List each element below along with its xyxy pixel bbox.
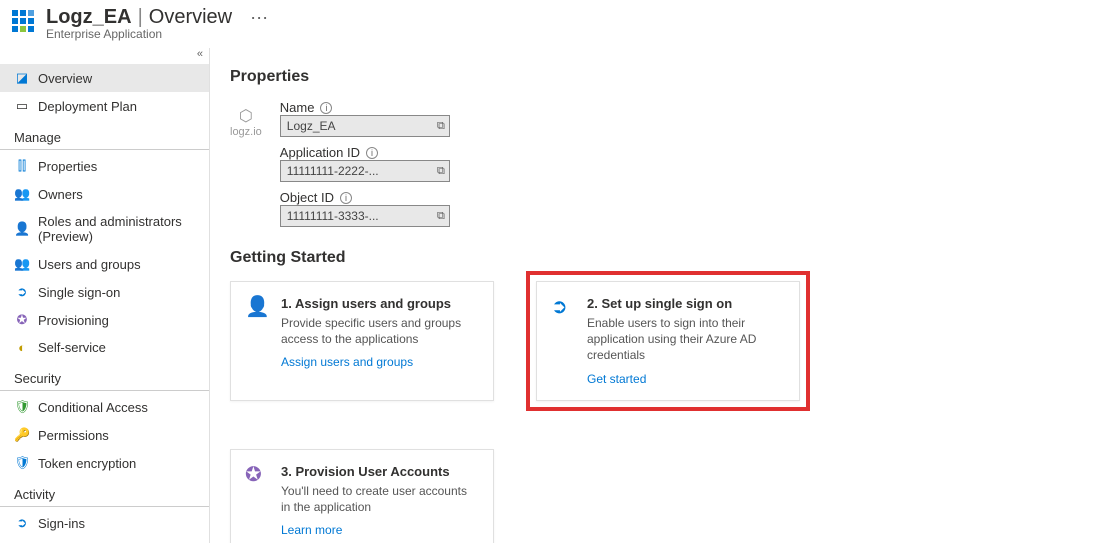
card-assign-users[interactable]: 👤 1. Assign users and groups Provide spe…	[230, 281, 494, 401]
card-setup-sso[interactable]: ➲ 2. Set up single sign on Enable users …	[536, 281, 800, 401]
sidebar-item-token-encryption[interactable]: 🛡 Token encryption	[0, 449, 209, 477]
card-link[interactable]: Assign users and groups	[281, 355, 479, 369]
copy-button[interactable]: ⧉	[437, 210, 445, 223]
field-label-name: Name i	[280, 100, 450, 115]
field-label-text: Application ID	[280, 145, 360, 160]
sidebar-item-label: Owners	[38, 187, 83, 202]
card-link[interactable]: Get started	[587, 372, 785, 386]
conditional-access-icon: 🛡	[14, 399, 30, 415]
card-title: 1. Assign users and groups	[281, 296, 479, 311]
provisioning-icon: ✪	[14, 312, 30, 328]
card-title: 3. Provision User Accounts	[281, 464, 479, 479]
sidebar-item-roles[interactable]: 👤 Roles and administrators (Preview)	[0, 208, 209, 250]
properties-heading: Properties	[230, 68, 1080, 86]
getting-started-heading: Getting Started	[230, 249, 1080, 267]
card-desc: Provide specific users and groups access…	[281, 315, 479, 347]
user-icon: 👤	[245, 294, 269, 386]
app-brand: ⬡ logz.io	[230, 106, 262, 138]
card-link[interactable]: Learn more	[281, 523, 479, 537]
sidebar-item-overview[interactable]: ◪ Overview	[0, 64, 209, 92]
sso-icon: ➲	[14, 284, 30, 300]
sign-ins-icon: ➲	[14, 515, 30, 531]
info-icon[interactable]: i	[340, 192, 352, 204]
sidebar-wrap: « ◪ Overview ▭ Deployment Plan Manage ⫿⫿…	[0, 48, 210, 543]
sidebar-item-label: Properties	[38, 159, 97, 174]
collapse-sidebar-button[interactable]: «	[197, 48, 203, 60]
sidebar-item-permissions[interactable]: 🔑 Permissions	[0, 421, 209, 449]
sidebar-group-activity: Activity	[0, 477, 209, 507]
sidebar-item-sign-ins[interactable]: ➲ Sign-ins	[0, 509, 209, 537]
sidebar-item-sso[interactable]: ➲ Single sign-on	[0, 278, 209, 306]
overview-icon: ◪	[14, 70, 30, 86]
card-desc: Enable users to sign into their applicat…	[587, 315, 785, 364]
properties-block: ⬡ logz.io Name i Logz_EA ⧉ Applicati	[230, 100, 1080, 227]
cube-icon: ⬡	[239, 106, 253, 126]
sidebar-item-label: Conditional Access	[38, 400, 148, 415]
sso-icon: ➲	[551, 294, 575, 386]
sidebar-item-label: Provisioning	[38, 313, 109, 328]
topbar: Logz_EA | Overview ⋯ Enterprise Applicat…	[0, 0, 1100, 48]
sidebar-item-label: Single sign-on	[38, 285, 120, 300]
self-service-icon: ◐	[14, 340, 30, 355]
field-value-name: Logz_EA ⧉	[280, 115, 450, 137]
field-value-text: 11111111-2222-...	[287, 164, 379, 178]
field-value-text: 11111111-3333-...	[287, 209, 379, 223]
field-label-appid: Application ID i	[280, 145, 450, 160]
waffle-icon[interactable]	[12, 10, 36, 34]
sidebar-item-self-service[interactable]: ◐ Self-service	[0, 334, 209, 361]
sidebar-group-manage: Manage	[0, 120, 209, 150]
field-value-text: Logz_EA	[287, 119, 336, 133]
token-encryption-icon: 🛡	[14, 455, 30, 471]
field-label-text: Object ID	[280, 190, 334, 205]
sidebar-item-usage-insights[interactable]: 📊 Usage & insights	[0, 537, 209, 543]
owners-icon: 👥	[14, 186, 30, 202]
sidebar-item-owners[interactable]: 👥 Owners	[0, 180, 209, 208]
card-title: 2. Set up single sign on	[587, 296, 785, 311]
copy-button[interactable]: ⧉	[437, 165, 445, 178]
brand-label: logz.io	[230, 126, 262, 138]
content-area: Properties ⬡ logz.io Name i Logz_EA ⧉	[210, 48, 1100, 543]
title-block: Logz_EA | Overview ⋯ Enterprise Applicat…	[46, 6, 268, 41]
sidebar-item-label: Deployment Plan	[38, 99, 137, 114]
field-label-objectid: Object ID i	[280, 190, 450, 205]
more-actions-button[interactable]: ⋯	[250, 9, 268, 27]
sidebar-item-label: Sign-ins	[38, 516, 85, 531]
sidebar-item-deployment-plan[interactable]: ▭ Deployment Plan	[0, 92, 209, 120]
sidebar-item-users-groups[interactable]: 👥 Users and groups	[0, 250, 209, 278]
sidebar-item-label: Token encryption	[38, 456, 136, 471]
cards-row-1: 👤 1. Assign users and groups Provide spe…	[230, 281, 1080, 543]
provision-icon: ✪	[245, 462, 269, 537]
title-separator: |	[138, 6, 143, 29]
sidebar-item-label: Permissions	[38, 428, 109, 443]
book-icon: ▭	[14, 98, 30, 114]
field-label-text: Name	[280, 100, 315, 115]
field-value-appid: 11111111-2222-... ⧉	[280, 160, 450, 182]
page-title: Overview	[149, 6, 232, 29]
permissions-icon: 🔑	[14, 427, 30, 443]
sidebar-item-provisioning[interactable]: ✪ Provisioning	[0, 306, 209, 334]
info-icon[interactable]: i	[320, 102, 332, 114]
card-desc: You'll need to create user accounts in t…	[281, 483, 479, 515]
sidebar-item-label: Overview	[38, 71, 92, 86]
sidebar-item-label: Users and groups	[38, 257, 141, 272]
sidebar-item-label: Self-service	[38, 340, 106, 355]
app-name: Logz_EA	[46, 6, 132, 29]
info-icon[interactable]: i	[366, 147, 378, 159]
sidebar-item-conditional-access[interactable]: 🛡 Conditional Access	[0, 393, 209, 421]
roles-icon: 👤	[14, 221, 30, 237]
sidebar-group-security: Security	[0, 361, 209, 391]
sidebar: ◪ Overview ▭ Deployment Plan Manage ⫿⫿ P…	[0, 64, 209, 543]
properties-icon: ⫿⫿	[14, 158, 30, 174]
users-groups-icon: 👥	[14, 256, 30, 272]
page-subtitle: Enterprise Application	[46, 27, 268, 41]
copy-button[interactable]: ⧉	[437, 120, 445, 133]
card-provision-users[interactable]: ✪ 3. Provision User Accounts You'll need…	[230, 449, 494, 543]
sidebar-item-label: Roles and administrators (Preview)	[38, 214, 209, 244]
sidebar-item-properties[interactable]: ⫿⫿ Properties	[0, 152, 209, 180]
field-value-objectid: 11111111-3333-... ⧉	[280, 205, 450, 227]
